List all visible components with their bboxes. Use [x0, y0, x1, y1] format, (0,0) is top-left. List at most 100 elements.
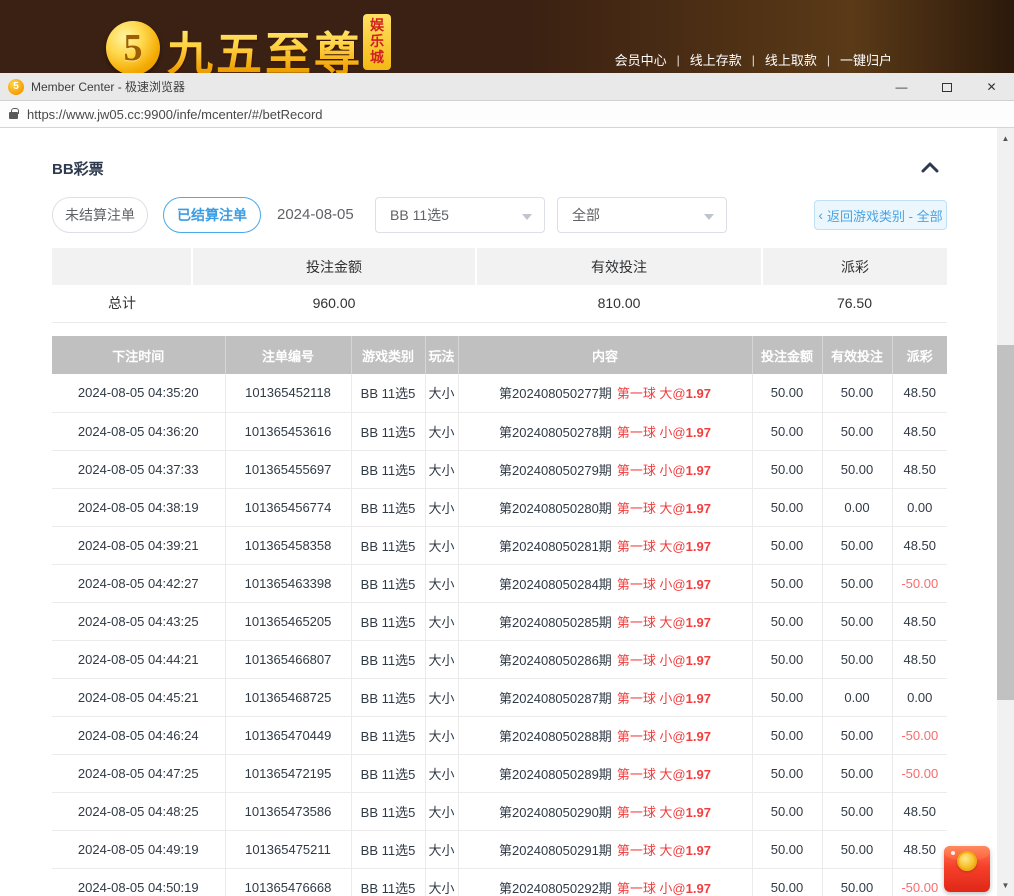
bet-odds: 1.97: [686, 501, 711, 516]
bet-content: 第202408050277期第一球 大@1.97: [458, 374, 752, 412]
bet-table-body: 2024-08-05 04:35:20 101365452118 BB 11选5…: [52, 374, 947, 896]
url-text[interactable]: https://www.jw05.cc:9900/infe/mcenter/#/…: [27, 107, 323, 122]
badge-char: 乐: [363, 33, 391, 49]
bet-game-type: BB 11选5: [351, 374, 425, 412]
game-type-select-value: BB 11选5: [390, 205, 449, 225]
bet-amount: 50.00: [752, 450, 822, 488]
bet-play-type: 大小: [425, 678, 458, 716]
maximize-icon: [942, 83, 952, 92]
maximize-button[interactable]: [924, 73, 969, 101]
bet-valid-amount: 50.00: [822, 830, 892, 868]
nav-online-withdraw[interactable]: 线上取款: [765, 50, 817, 69]
bet-pick: 第一球 小@: [617, 729, 686, 744]
scroll-up-icon[interactable]: ▲: [997, 130, 1014, 147]
summary-payout: 76.50: [762, 285, 947, 322]
lock-icon[interactable]: [9, 112, 18, 119]
bet-time: 2024-08-05 04:37:33: [52, 450, 225, 488]
scrollbar-thumb[interactable]: [997, 345, 1014, 700]
bet-game-type: BB 11选5: [351, 640, 425, 678]
bet-valid-amount: 50.00: [822, 412, 892, 450]
summary-total-row: 总计 960.00 810.00 76.50: [52, 285, 947, 322]
scroll-down-icon[interactable]: ▼: [997, 877, 1014, 894]
bet-pick: 第一球 大@: [617, 767, 686, 782]
filter-bar: 未结算注单 已结算注单 2024-08-05 BB 11选5 全部 ‹ 返回游戏…: [52, 197, 947, 233]
bet-play-type: 大小: [425, 488, 458, 526]
bet-payout: -50.00: [892, 754, 947, 792]
tab-unsettled-bets[interactable]: 未结算注单: [52, 197, 148, 233]
address-bar[interactable]: https://www.jw05.cc:9900/infe/mcenter/#/…: [0, 101, 1014, 128]
vertical-scrollbar[interactable]: ▲ ▼: [997, 128, 1014, 896]
table-row: 2024-08-05 04:46:24 101365470449 BB 11选5…: [52, 716, 947, 754]
bet-payout: -50.00: [892, 868, 947, 896]
collapse-section-button[interactable]: [920, 160, 940, 172]
bet-play-type: 大小: [425, 602, 458, 640]
bet-payout: 48.50: [892, 450, 947, 488]
bet-id: 101365476668: [225, 868, 351, 896]
bet-period: 第202408050286期: [499, 653, 612, 668]
bet-game-type: BB 11选5: [351, 412, 425, 450]
summary-header-payout: 派彩: [762, 248, 947, 285]
site-logo-text: 九五至尊: [167, 18, 363, 73]
bet-time: 2024-08-05 04:42:27: [52, 564, 225, 602]
bet-content: 第202408050289期第一球 大@1.97: [458, 754, 752, 792]
col-header-time: 下注时间: [52, 336, 225, 374]
col-header-content: 内容: [458, 336, 752, 374]
bet-valid-amount: 50.00: [822, 754, 892, 792]
bet-odds: 1.97: [686, 691, 711, 706]
bet-time: 2024-08-05 04:47:25: [52, 754, 225, 792]
game-type-select[interactable]: BB 11选5: [375, 197, 545, 233]
bet-game-type: BB 11选5: [351, 526, 425, 564]
bet-valid-amount: 50.00: [822, 868, 892, 896]
bet-amount: 50.00: [752, 830, 822, 868]
nav-member-center[interactable]: 会员中心: [615, 50, 667, 69]
table-row: 2024-08-05 04:39:21 101365458358 BB 11选5…: [52, 526, 947, 564]
table-row: 2024-08-05 04:48:25 101365473586 BB 11选5…: [52, 792, 947, 830]
nav-separator: |: [677, 53, 680, 67]
bet-pick: 第一球 小@: [617, 881, 686, 896]
col-header-play: 玩法: [425, 336, 458, 374]
bet-amount: 50.00: [752, 374, 822, 412]
bet-valid-amount: 50.00: [822, 450, 892, 488]
bet-amount: 50.00: [752, 412, 822, 450]
bet-amount: 50.00: [752, 716, 822, 754]
minimize-icon: —: [896, 80, 908, 94]
browser-window: 5 九五至尊 娱 乐 城 会员中心 | 线上存款 | 线上取款 | 一键归户 5…: [0, 0, 1014, 896]
play-type-select[interactable]: 全部: [557, 197, 727, 233]
nav-one-key-transfer[interactable]: 一键归户: [840, 50, 892, 69]
bet-play-type: 大小: [425, 374, 458, 412]
date-filter[interactable]: 2024-08-05: [277, 197, 354, 233]
nav-online-deposit[interactable]: 线上存款: [690, 50, 742, 69]
bet-content: 第202408050288期第一球 小@1.97: [458, 716, 752, 754]
col-header-amount: 投注金额: [752, 336, 822, 374]
bet-payout: 48.50: [892, 374, 947, 412]
bet-id: 101365468725: [225, 678, 351, 716]
bet-period: 第202408050289期: [499, 767, 612, 782]
tab-settled-bets[interactable]: 已结算注单: [163, 197, 261, 233]
bet-content: 第202408050284期第一球 小@1.97: [458, 564, 752, 602]
bet-period: 第202408050280期: [499, 501, 612, 516]
back-to-game-category-button[interactable]: ‹ 返回游戏类别 - 全部: [814, 200, 947, 230]
close-button[interactable]: ✕: [969, 73, 1014, 101]
summary-header-blank: [52, 248, 192, 285]
caret-down-icon: [704, 214, 714, 220]
site-logo-icon[interactable]: 5: [106, 21, 160, 73]
bet-valid-amount: 50.00: [822, 716, 892, 754]
bet-id: 101365472195: [225, 754, 351, 792]
bet-odds: 1.97: [686, 615, 711, 630]
bet-content: 第202408050287期第一球 小@1.97: [458, 678, 752, 716]
bet-game-type: BB 11选5: [351, 830, 425, 868]
back-arrow-icon: ‹: [818, 208, 823, 222]
bet-play-type: 大小: [425, 640, 458, 678]
bet-time: 2024-08-05 04:48:25: [52, 792, 225, 830]
bet-amount: 50.00: [752, 640, 822, 678]
minimize-button[interactable]: —: [879, 73, 924, 101]
bet-amount: 50.00: [752, 678, 822, 716]
bet-payout: -50.00: [892, 564, 947, 602]
table-row: 2024-08-05 04:36:20 101365453616 BB 11选5…: [52, 412, 947, 450]
bet-game-type: BB 11选5: [351, 564, 425, 602]
summary-table: 投注金额 有效投注 派彩 总计 960.00 810.00 76.50: [52, 248, 947, 323]
red-envelope-icon[interactable]: [944, 846, 990, 892]
bet-play-type: 大小: [425, 412, 458, 450]
bet-odds: 1.97: [686, 653, 711, 668]
table-row: 2024-08-05 04:35:20 101365452118 BB 11选5…: [52, 374, 947, 412]
